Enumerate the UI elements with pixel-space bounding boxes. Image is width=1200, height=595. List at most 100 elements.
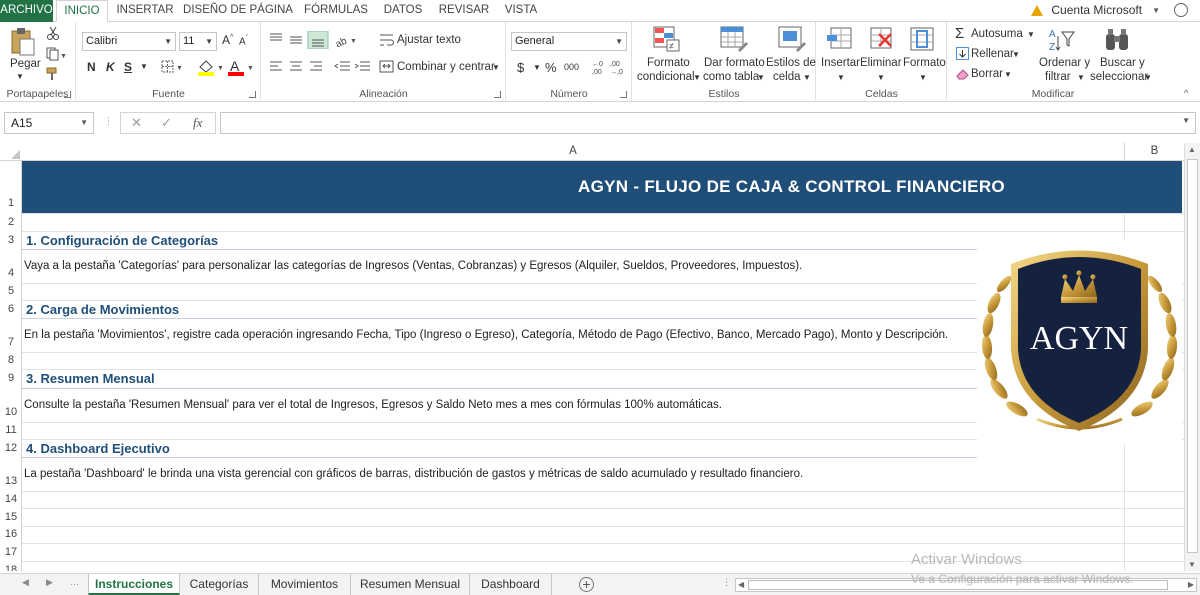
delete-cells-button[interactable]: Eliminar <box>860 57 902 69</box>
sheet-tab-dashboard[interactable]: Dashboard <box>470 574 552 595</box>
horizontal-align-icons[interactable] <box>268 60 330 74</box>
conditional-format-label-1[interactable]: Formato <box>647 57 690 69</box>
orientation-icon[interactable]: ab ▼ <box>334 31 358 49</box>
copy-icon[interactable]: ▼ <box>46 47 66 61</box>
column-header-a[interactable]: A <box>22 143 1124 161</box>
merge-center-icon[interactable] <box>379 60 395 74</box>
currency-dropdown-icon[interactable]: ▼ <box>533 63 541 72</box>
insert-cells-icon[interactable] <box>827 26 853 52</box>
decrease-font-icon[interactable]: Aˇ <box>239 35 248 47</box>
paste-icon[interactable] <box>10 27 36 57</box>
select-all-button[interactable] <box>0 143 22 161</box>
sheet-tab-resumen-mensual[interactable]: Resumen Mensual <box>351 574 470 595</box>
row-header[interactable]: 18 <box>0 564 21 571</box>
add-sheet-button[interactable]: + <box>579 577 594 592</box>
row-header[interactable]: 16 <box>0 528 21 540</box>
fill-color-icon[interactable]: ▼ <box>197 58 225 76</box>
tab-vista[interactable]: VISTA <box>500 0 542 22</box>
enter-icon[interactable]: ✓ <box>161 115 172 131</box>
font-launcher-icon[interactable] <box>249 91 256 98</box>
fill-icon[interactable] <box>956 47 969 60</box>
format-as-table-icon[interactable] <box>720 26 748 52</box>
merge-center-button[interactable]: Combinar y centrar <box>397 61 495 73</box>
row-header[interactable]: 9 <box>0 372 21 384</box>
row-header[interactable]: 8 <box>0 354 21 366</box>
alignment-launcher-icon[interactable] <box>494 91 501 98</box>
account-menu[interactable]: Cuenta Microsoft ▼ <box>1031 3 1188 17</box>
scroll-down-icon[interactable]: ▼ <box>1188 560 1196 569</box>
underline-button[interactable]: S <box>124 60 132 74</box>
number-format-select[interactable]: General ▼ <box>511 32 627 51</box>
bold-button[interactable]: N <box>87 60 96 74</box>
column-header-b[interactable]: B <box>1124 143 1184 161</box>
find-select-label-2[interactable]: seleccionar <box>1090 71 1148 83</box>
cell-styles-icon[interactable] <box>778 26 806 52</box>
tab-split-grip-icon[interactable]: ⋮ <box>722 577 731 588</box>
format-cells-icon[interactable] <box>909 26 935 52</box>
smiley-icon[interactable] <box>1174 3 1188 17</box>
sheet-tab-instrucciones[interactable]: Instrucciones <box>88 574 180 595</box>
wrap-text-button[interactable]: Ajustar texto <box>397 34 461 46</box>
scroll-up-icon[interactable]: ▲ <box>1188 145 1196 154</box>
scroll-left-icon[interactable]: ◀ <box>738 580 744 589</box>
tab-diseno-de-pagina[interactable]: DISEÑO DE PÁGINA <box>183 0 293 22</box>
font-size-select[interactable]: 11 ▼ <box>179 32 217 51</box>
vertical-scrollbar[interactable]: ▲ ▼ <box>1184 143 1200 571</box>
currency-button[interactable]: $ <box>517 60 524 75</box>
row-header[interactable]: 4 <box>0 267 21 279</box>
cell-styles-label-2[interactable]: celda <box>773 71 801 83</box>
row-header[interactable]: 12 <box>0 442 21 454</box>
sheet-tab-categorias[interactable]: Categorías <box>180 574 259 595</box>
sort-filter-label-1[interactable]: Ordenar y <box>1039 57 1090 69</box>
row-header[interactable]: 2 <box>0 216 21 228</box>
increase-font-icon[interactable]: A^ <box>222 33 233 47</box>
tab-archivo[interactable]: ARCHIVO <box>0 0 53 22</box>
row-header[interactable]: 14 <box>0 493 21 505</box>
row-header[interactable]: 7 <box>0 336 21 348</box>
font-color-icon[interactable]: A ▼ <box>227 58 255 76</box>
cancel-icon[interactable]: ✕ <box>131 115 142 131</box>
row-header[interactable]: 1 <box>0 197 21 209</box>
sort-filter-label-2[interactable]: filtrar <box>1045 71 1071 83</box>
autosum-icon[interactable]: Σ <box>955 25 964 42</box>
borders-icon[interactable]: ▼ <box>161 60 183 74</box>
fill-button[interactable]: Rellenar <box>971 48 1014 60</box>
sort-filter-icon[interactable]: AZ <box>1048 26 1076 54</box>
collapse-ribbon-icon[interactable]: ^ <box>1184 88 1188 98</box>
indent-icons[interactable] <box>334 60 374 74</box>
tab-insertar[interactable]: INSERTAR <box>113 0 177 22</box>
conditional-format-label-2[interactable]: condicional <box>637 71 695 83</box>
scroll-right-icon[interactable]: ▶ <box>1188 580 1194 589</box>
formula-input[interactable]: ▼ <box>220 112 1196 134</box>
insert-function-icon[interactable]: fx <box>193 115 202 131</box>
underline-dropdown-icon[interactable]: ▼ <box>140 62 148 71</box>
format-cells-button[interactable]: Formato <box>903 57 946 69</box>
tab-formulas[interactable]: FÓRMULAS <box>299 0 373 22</box>
clear-button[interactable]: Borrar <box>971 68 1003 80</box>
thousands-button[interactable]: 000 <box>564 62 579 72</box>
paste-button[interactable]: Pegar <box>10 58 41 70</box>
prev-sheet-icon[interactable]: ◀ <box>22 577 29 588</box>
tab-datos[interactable]: DATOS <box>378 0 428 22</box>
row-header[interactable]: 15 <box>0 511 21 523</box>
row-header[interactable]: 17 <box>0 546 21 558</box>
format-as-table-label-1[interactable]: Dar formato <box>704 57 765 69</box>
conditional-format-icon[interactable]: ≠ <box>653 26 681 52</box>
italic-button[interactable]: K <box>106 60 115 74</box>
sheet-tab-movimientos[interactable]: Movimientos <box>259 574 351 595</box>
row-header[interactable]: 11 <box>0 424 21 436</box>
clipboard-launcher-icon[interactable] <box>64 91 71 98</box>
tab-inicio[interactable]: INICIO <box>56 0 108 23</box>
number-launcher-icon[interactable] <box>620 91 627 98</box>
vertical-align-icons[interactable] <box>268 31 330 49</box>
clear-icon[interactable] <box>956 68 970 80</box>
format-as-table-label-2[interactable]: como tabla <box>703 71 759 83</box>
merge-dropdown-icon[interactable]: ▼ <box>492 63 500 72</box>
insert-cells-button[interactable]: Insertar <box>821 57 860 69</box>
delete-cells-icon[interactable] <box>867 26 893 52</box>
row-header[interactable]: 5 <box>0 285 21 297</box>
agyn-logo[interactable]: AGYN <box>977 239 1182 444</box>
worksheet-grid[interactable]: AGYN - FLUJO DE CAJA & CONTROL FINANCIER… <box>22 161 1184 571</box>
paste-dropdown-icon[interactable]: ▼ <box>16 72 24 81</box>
find-select-label-1[interactable]: Buscar y <box>1100 57 1145 69</box>
